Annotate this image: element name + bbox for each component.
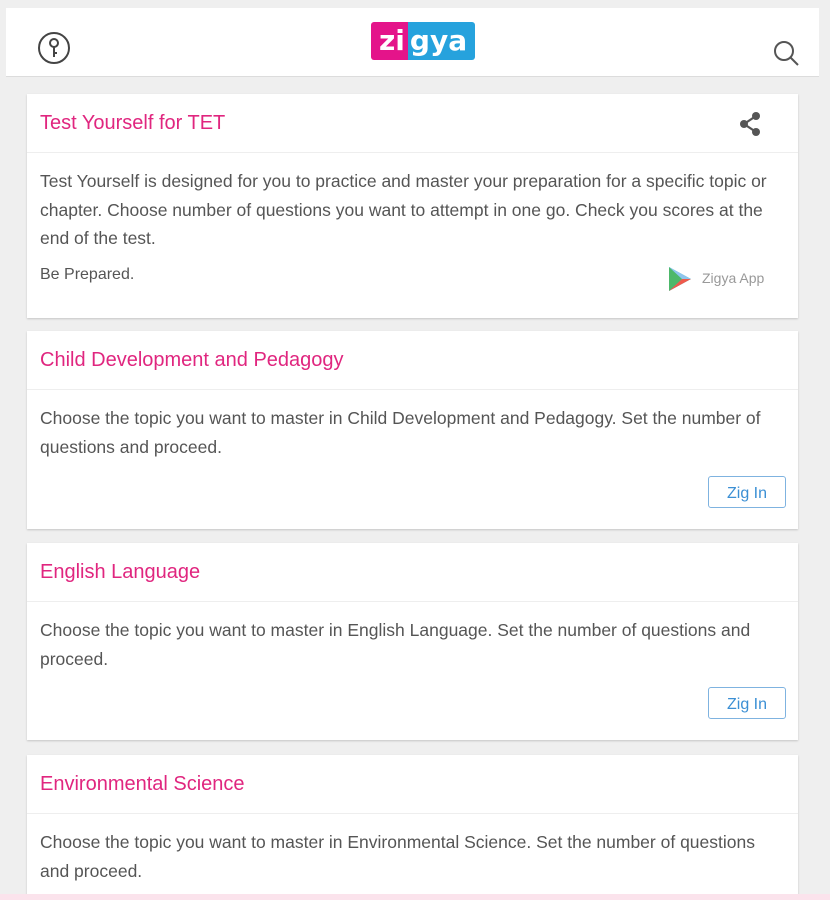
logo-text-zi: zi — [371, 22, 408, 60]
card-title: Environmental Science — [40, 773, 245, 795]
play-store-icon — [669, 267, 691, 291]
card-header: English Language — [27, 543, 798, 602]
card-description: Choose the topic you want to master in E… — [40, 620, 751, 669]
search-icon[interactable] — [771, 38, 801, 68]
card-description: Test Yourself is designed for you to pra… — [40, 171, 767, 248]
card-description: Choose the topic you want to master in E… — [40, 832, 755, 881]
card-description: Choose the topic you want to master in C… — [40, 408, 761, 457]
card-title: Test Yourself for TET — [40, 112, 226, 134]
topic-card: Child Development and Pedagogy Choose th… — [27, 331, 798, 529]
app-label: Zigya App — [702, 270, 765, 286]
bottom-strip — [0, 894, 830, 900]
key-icon[interactable] — [36, 30, 72, 66]
logo-text-gya: gya — [407, 22, 476, 60]
card-header: Test Yourself for TET — [27, 94, 798, 153]
zig-in-button[interactable]: Zig In — [708, 687, 786, 719]
card-header: Child Development and Pedagogy — [27, 331, 798, 390]
intro-card: Test Yourself for TET Test Yourself is d… — [27, 94, 798, 318]
topic-card: Environmental Science Choose the topic y… — [27, 755, 798, 900]
card-title: English Language — [40, 561, 201, 583]
topic-card: English Language Choose the topic you wa… — [27, 543, 798, 740]
zigya-logo[interactable]: zi gya — [371, 22, 476, 74]
zig-in-button[interactable]: Zig In — [708, 476, 786, 508]
card-header: Environmental Science — [27, 755, 798, 814]
card-title: Child Development and Pedagogy — [40, 349, 344, 371]
share-icon[interactable] — [736, 110, 764, 138]
top-bar: zi gya — [6, 8, 819, 77]
tagline: Be Prepared. — [40, 266, 135, 283]
